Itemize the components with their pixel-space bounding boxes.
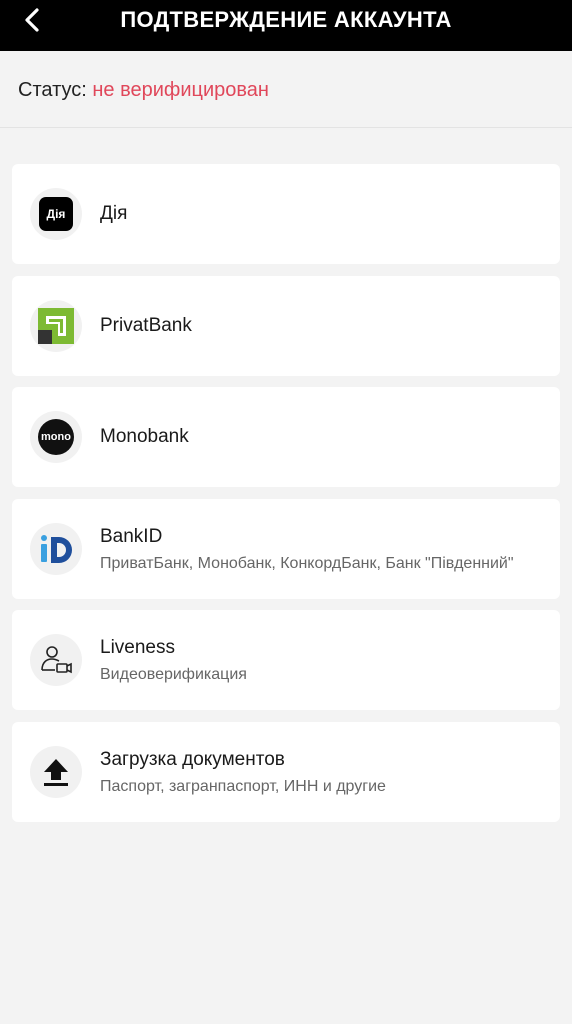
monobank-logo-text: mono: [41, 431, 71, 443]
option-upload-documents[interactable]: Загрузка документов Паспорт, загранпаспо…: [12, 722, 560, 822]
option-privatbank[interactable]: PrivatBank: [12, 276, 560, 376]
top-bar: ПОДТВЕРЖДЕНИЕ АККАУНТА: [0, 0, 572, 51]
option-diia[interactable]: Дія Дія: [12, 164, 560, 264]
diia-logo-icon: Дія: [30, 188, 82, 240]
bankid-logo-icon: [30, 523, 82, 575]
option-name: Дія: [100, 203, 128, 224]
option-name: BankID: [100, 526, 163, 547]
diia-logo-text: Дія: [46, 207, 66, 221]
status-value: не верифицирован: [92, 79, 269, 101]
user-video-icon: [30, 634, 82, 686]
status-text: Статус: не верифицирован: [18, 79, 269, 102]
monobank-logo-icon: mono: [30, 411, 82, 463]
option-name: Monobank: [100, 426, 189, 447]
option-subtitle: ПриватБанк, Монобанк, КонкордБанк, Банк …: [100, 555, 514, 572]
status-bar: Статус: не верифицирован: [0, 51, 572, 128]
page-title: ПОДТВЕРЖДЕНИЕ АККАУНТА: [120, 7, 452, 32]
status-label: Статус:: [18, 79, 87, 101]
option-liveness[interactable]: Liveness Видеоверификация: [12, 610, 560, 710]
option-monobank[interactable]: mono Monobank: [12, 387, 560, 487]
option-name: Загрузка документов: [100, 749, 285, 770]
upload-icon: [30, 746, 82, 798]
option-subtitle: Паспорт, загранпаспорт, ИНН и другие: [100, 778, 386, 795]
option-subtitle: Видеоверификация: [100, 666, 247, 683]
option-name: PrivatBank: [100, 315, 192, 336]
option-name: Liveness: [100, 637, 175, 658]
privatbank-logo-icon: [30, 300, 82, 352]
option-bankid[interactable]: BankID ПриватБанк, Монобанк, КонкордБанк…: [12, 499, 560, 599]
